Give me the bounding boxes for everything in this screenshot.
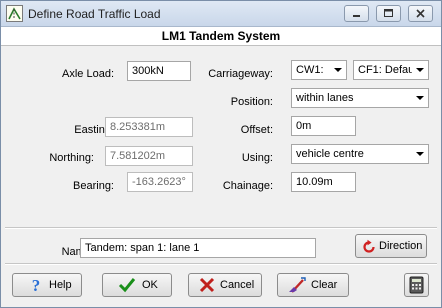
ok-button-label: OK <box>142 279 158 291</box>
carriageway-lane-select[interactable]: CW1: <box>291 60 347 80</box>
chainage-label: Chainage: <box>222 180 273 192</box>
close-button[interactable] <box>408 5 433 22</box>
chevron-down-icon <box>412 89 428 107</box>
name-field[interactable]: Tandem: span 1: lane 1 <box>80 238 316 258</box>
svg-text:?: ? <box>32 277 41 293</box>
cancel-button-label: Cancel <box>220 279 255 291</box>
bearing-label: Bearing: <box>73 180 114 192</box>
carriageway-label: Carriageway: <box>208 68 273 80</box>
help-button[interactable]: ? Help <box>12 273 82 297</box>
close-icon <box>416 9 425 18</box>
rotate-arrow-icon <box>363 239 375 253</box>
chevron-down-icon <box>412 145 428 163</box>
carriageway-select[interactable]: CF1: Defau <box>353 60 429 80</box>
using-label: Using: <box>241 152 273 164</box>
using-value: vehicle centre <box>296 148 364 160</box>
easting-label: Easting: <box>74 124 114 136</box>
minimize-icon <box>353 15 360 17</box>
window-title: Define Road Traffic Load <box>28 7 161 21</box>
offset-field[interactable]: 0m <box>291 116 356 136</box>
calculator-icon <box>409 276 424 294</box>
northing-label: Northing: <box>49 152 94 164</box>
maximize-button[interactable] <box>376 5 401 22</box>
offset-label: Offset: <box>240 124 273 136</box>
position-select[interactable]: within lanes <box>291 88 429 108</box>
easting-field: 8.253381m <box>105 117 193 137</box>
chevron-down-icon <box>412 61 428 79</box>
eraser-icon <box>289 277 306 293</box>
maximize-icon <box>384 9 393 17</box>
using-select[interactable]: vehicle centre <box>291 144 429 164</box>
dialog-window: Define Road Traffic Load LM1 Tandem Syst… <box>0 0 442 308</box>
help-button-label: Help <box>49 279 72 291</box>
chevron-down-icon <box>330 61 346 79</box>
road-load-app-icon <box>6 5 23 22</box>
direction-button[interactable]: Direction <box>355 234 427 258</box>
chainage-field[interactable]: 10.09m <box>291 172 356 192</box>
separator <box>5 263 437 265</box>
cancel-button[interactable]: Cancel <box>188 273 262 297</box>
calculator-button[interactable] <box>404 273 429 297</box>
ok-button[interactable]: OK <box>102 273 172 297</box>
northing-field: 7.581202m <box>105 146 193 166</box>
bearing-field: -163.2623° <box>127 172 193 192</box>
cancel-x-icon <box>199 277 215 293</box>
dialog-header: LM1 Tandem System <box>1 27 441 46</box>
check-icon <box>118 278 136 293</box>
clear-button[interactable]: Clear <box>277 273 349 297</box>
direction-button-label: Direction <box>379 240 423 252</box>
help-icon: ? <box>32 277 41 293</box>
position-value: within lanes <box>296 92 354 104</box>
axle-load-label: Axle Load: <box>62 68 114 80</box>
separator <box>5 227 437 229</box>
axle-load-field[interactable]: 300kN <box>127 61 191 81</box>
position-label: Position: <box>230 96 273 108</box>
minimize-button[interactable] <box>344 5 369 22</box>
clear-button-label: Clear <box>311 279 338 291</box>
title-bar[interactable]: Define Road Traffic Load <box>1 1 441 27</box>
